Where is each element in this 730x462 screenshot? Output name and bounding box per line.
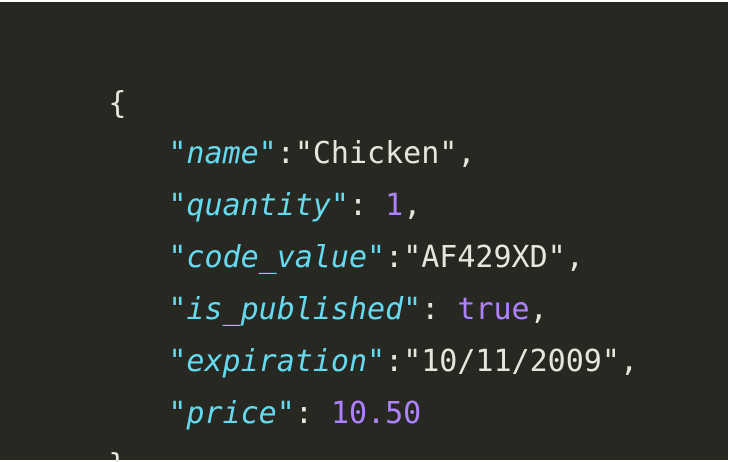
json-value: "10/11/2009" [403, 344, 620, 379]
screenshot-frame: { "name":"Chicken", "quantity": 1, "code… [0, 0, 730, 462]
json-comma: , [565, 240, 584, 275]
code-line-price: "price": 10.50 [60, 354, 421, 431]
json-comma: , [457, 136, 476, 171]
code-line-close: } [0, 406, 126, 462]
json-comma: , [619, 344, 638, 379]
code-line-name: "name":"Chicken", [60, 94, 475, 171]
code-line-open: { [0, 44, 126, 121]
code-line-expiration: "expiration":"10/11/2009", [60, 302, 638, 379]
code-editor[interactable]: { "name":"Chicken", "quantity": 1, "code… [0, 2, 728, 462]
code-line-is-published: "is_published": true, [60, 250, 547, 327]
close-brace: } [108, 448, 126, 462]
json-key: "price" [168, 396, 295, 431]
json-separator: : [294, 396, 331, 431]
code-line-quantity: "quantity": 1, [60, 146, 421, 223]
code-line-code-value: "code_value":"AF429XD", [60, 198, 583, 275]
json-value: 10.50 [330, 396, 422, 431]
